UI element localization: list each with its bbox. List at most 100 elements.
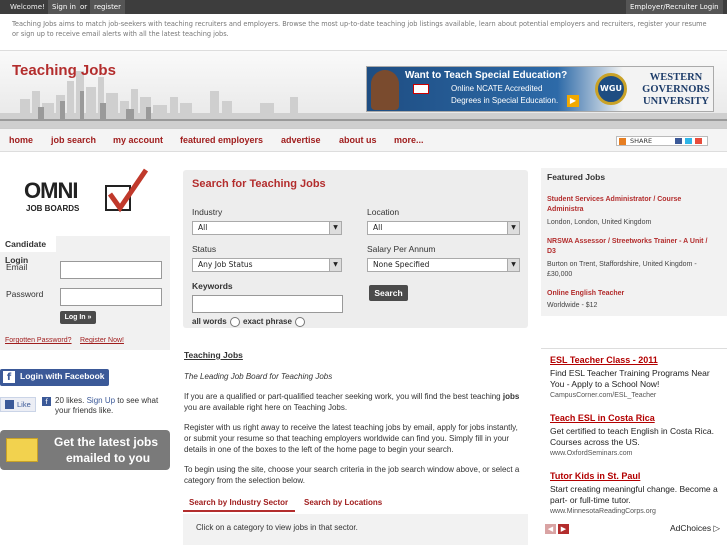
email-field[interactable] [60,261,162,279]
nav-featured-employers[interactable]: featured employers [180,135,263,145]
ad-description: Start creating meaningful change. Become… [550,484,718,505]
keywords-input[interactable] [192,295,343,313]
envelope-icon [6,438,38,462]
likes-count: 20 likes. [55,396,85,405]
omni-logo[interactable]: OMNI JOB BOARDS [0,168,170,228]
thumbs-up-icon [5,400,14,409]
employer-login-link[interactable]: Employer/Recruiter Login [626,0,723,14]
ad-title-link[interactable]: Tutor Kids in St. Paul [550,471,640,481]
industry-label: Industry [192,207,223,217]
facebook-icon: f [3,371,15,383]
content-tagline: The Leading Job Board for Teaching Jobs [184,372,333,381]
site-title[interactable]: Teaching Jobs [12,62,116,79]
content-paragraph-2: Register with us right away to receive t… [184,423,518,454]
facebook-signup-link[interactable]: Sign Up [87,396,115,405]
all-words-label: all words [192,317,227,326]
ad-url[interactable]: www.MinnesotaReadingCorps.org [550,508,656,515]
share-button[interactable]: SHARE [616,136,708,146]
forgot-password-link[interactable]: Forgotten Password? [5,337,72,344]
tab-industry-sector[interactable]: Search by Industry Sector [183,494,295,512]
adchoices-label: AdChoices [670,523,712,533]
status-label: Status [192,244,217,254]
top-bar: Welcome! Sign in or register Employer/Re… [0,0,727,14]
email-label: Email [6,262,28,272]
content-paragraph-3: To begin using the site, choose your sea… [184,465,520,485]
industry-select[interactable]: All ▼ [192,221,342,235]
banner-ad[interactable]: Want to Teach Special Education? Online … [366,66,714,112]
featured-job-location: Worldwide - $12 [547,302,598,309]
ad-description: Find ESL Teacher Training Programs Near … [550,368,710,389]
featured-job-link[interactable]: Online English Teacher [547,289,624,299]
like-button[interactable]: Like [0,397,36,412]
ad-url[interactable]: CampusCorner.com/ESL_Teacher [550,392,656,399]
login-button[interactable]: Log In » [60,311,96,324]
keywords-label: Keywords [192,281,233,291]
featured-job-location: Burton on Trent, Staffordshire, United K… [547,261,697,278]
featured-job-link[interactable]: NRSWA Assessor / Streetworks Trainer - A… [547,237,717,257]
candidate-login-title: Candidate Login [0,236,56,265]
share-plus-icon [619,138,626,145]
person-photo [371,70,399,110]
featured-jobs-title: Featured Jobs [547,172,606,182]
ad-title-link[interactable]: Teach ESL in Costa Rica [550,413,655,423]
facebook-small-icon: f [42,397,51,406]
logo-subtext: JOB BOARDS [26,204,80,213]
featured-job-link[interactable]: Student Services Administrator / Course … [547,195,707,215]
facebook-login-button[interactable]: f Login with Facebook [0,369,109,386]
salary-select[interactable]: None Specified ▼ [367,258,520,272]
wgu-seal-icon: WGU [595,73,627,105]
search-title: Search for Teaching Jobs [192,178,326,190]
location-label: Location [367,207,400,217]
location-select[interactable]: All ▼ [367,221,520,235]
facebook-share-icon[interactable] [675,138,682,144]
register-link[interactable]: register [90,0,125,14]
welcome-text: Welcome! [10,3,45,11]
ad-url[interactable]: www.OxfordSeminars.com [550,450,632,457]
search-button[interactable]: Search [369,285,408,301]
salary-value: None Specified [373,260,430,269]
all-words-radio[interactable] [230,317,240,327]
password-label: Password [6,289,44,299]
tab-locations[interactable]: Search by Locations [299,494,393,512]
content-heading: Teaching Jobs [184,350,243,360]
chevron-down-icon: ▼ [507,259,519,271]
register-now-link[interactable]: Register Now! [80,337,124,344]
facebook-likes-text: 20 likes. Sign Up to see what your frien… [55,396,167,416]
chevron-down-icon: ▼ [329,259,341,271]
email-alerts-promo[interactable]: Get the latest jobs emailed to you [0,430,170,470]
p1-text-b: you are available right here on Teaching… [184,403,348,412]
nav-more[interactable]: more... [394,135,424,145]
ad-description: Get certified to teach English in Costa … [550,426,714,447]
next-ad-icon[interactable]: ▶ [558,524,569,534]
intro-text: Teaching Jobs aims to match job-seekers … [12,20,707,38]
status-select[interactable]: Any Job Status ▼ [192,258,342,272]
category-hint: Click on a category to view jobs in that… [196,523,358,532]
logo-text: OMNI [24,178,78,203]
facebook-login-label: Login with Facebook [20,371,105,381]
nav-advertise[interactable]: advertise [281,135,321,145]
adchoices-link[interactable]: AdChoices ▷ [670,523,720,534]
password-field[interactable] [60,288,162,306]
arrow-icon: ▶ [567,95,579,107]
promo-line2: emailed to you [66,451,151,465]
brand-line1: WESTERN [649,72,703,83]
nav-my-account[interactable]: my account [113,135,163,145]
nav-about-us[interactable]: about us [339,135,377,145]
promo-line1: Get the latest jobs [54,435,159,449]
email-share-icon[interactable] [695,138,702,144]
featured-job-location: London, London, United Kingdom [547,219,652,226]
or-text: or [80,3,88,11]
exact-phrase-radio[interactable] [295,317,305,327]
content-paragraph-1: If you are a qualified or part-qualified… [184,391,526,413]
ad-title-link[interactable]: ESL Teacher Class - 2011 [550,355,658,365]
chevron-down-icon: ▼ [329,222,341,234]
twitter-share-icon[interactable] [685,138,692,144]
exact-phrase-label: exact phrase [243,317,292,326]
nav-job-search[interactable]: job search [51,135,96,145]
banner-line2: Degrees in Special Education. [451,96,559,105]
ncate-icon [413,84,429,94]
industry-value: All [198,223,208,232]
nav-home[interactable]: home [9,135,33,145]
checkmark-icon [105,168,148,213]
prev-ad-icon[interactable]: ◀ [545,524,556,534]
